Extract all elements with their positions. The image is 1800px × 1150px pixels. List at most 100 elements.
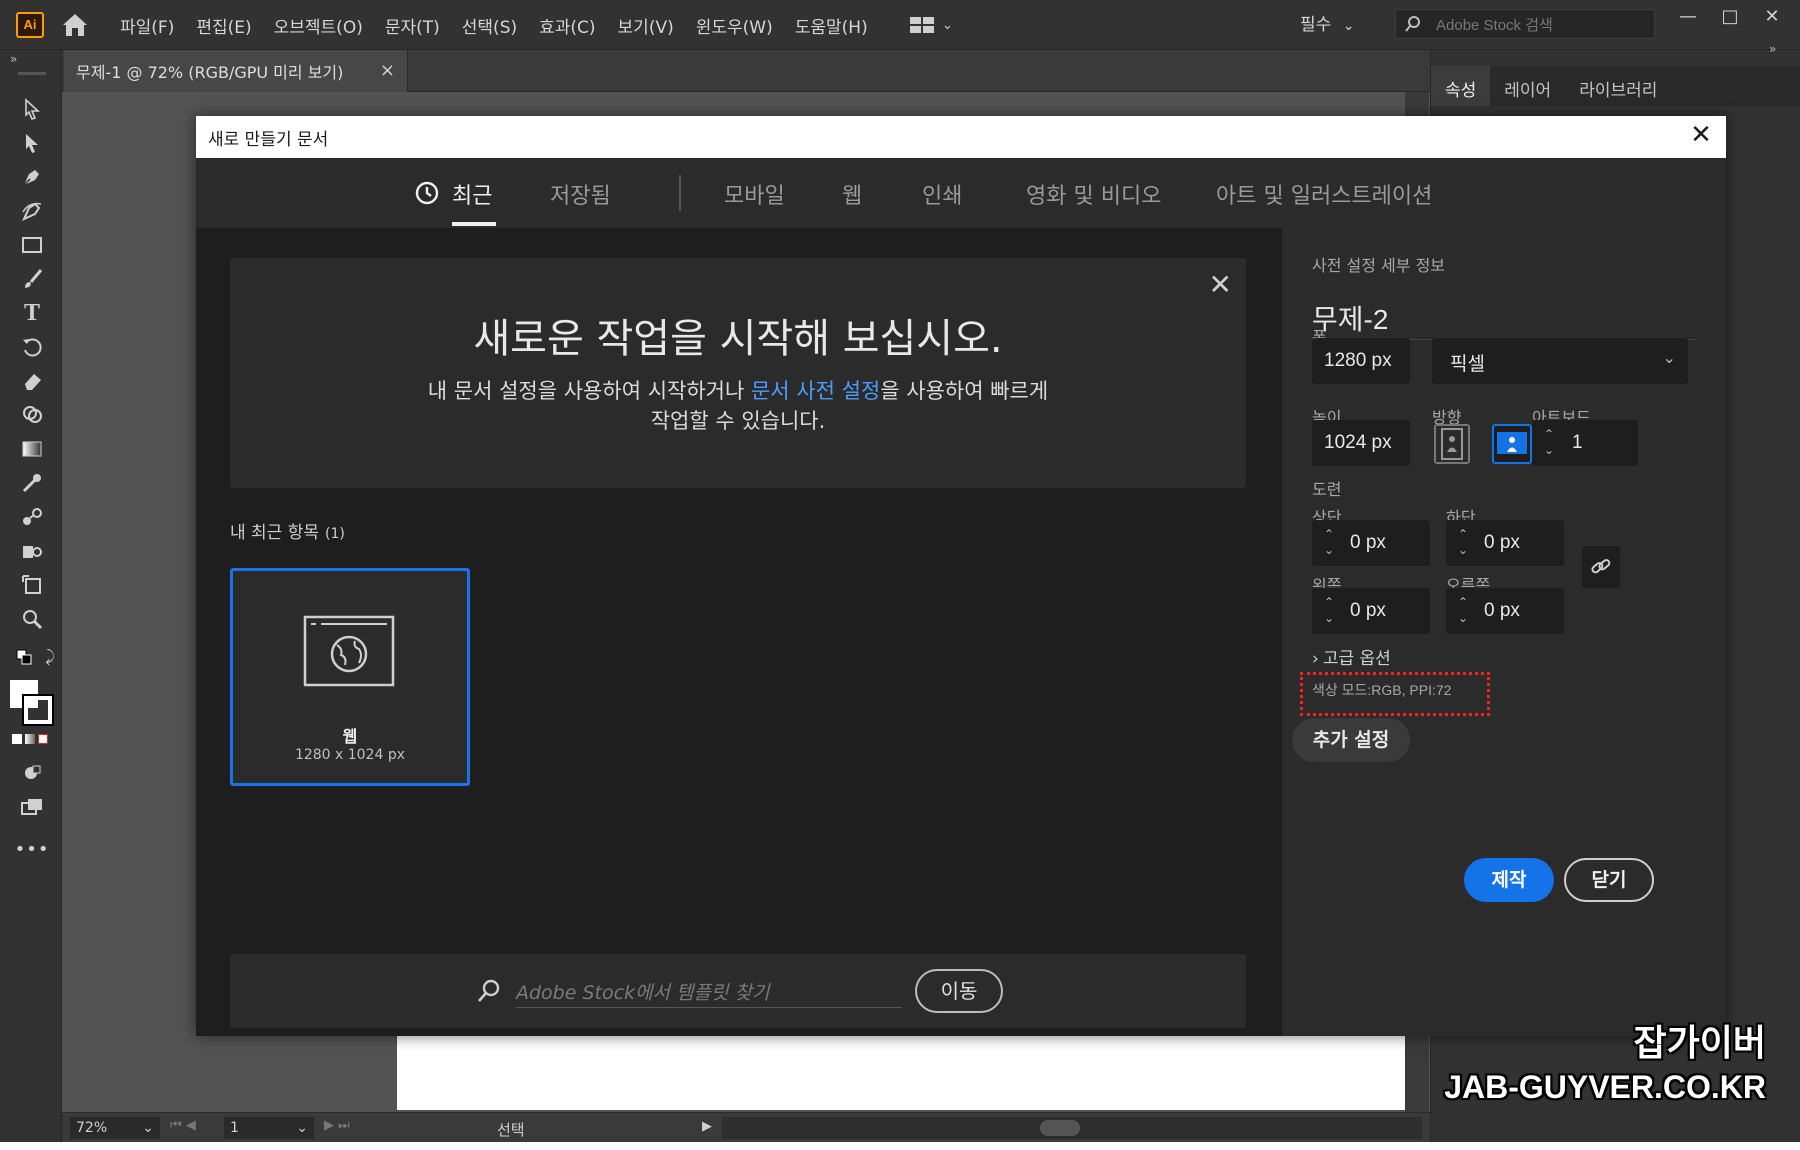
bleed-top-field[interactable]: ⌃ ⌄ 0 px	[1312, 520, 1430, 566]
menu-view[interactable]: 보기(V)	[618, 13, 674, 38]
zoom-level-select[interactable]: 72% ⌄	[70, 1117, 160, 1139]
eyedropper-tool-icon[interactable]	[18, 470, 46, 496]
tab-saved[interactable]: 저장됨	[550, 178, 611, 210]
status-bar: 72% ⌄ ⏮ ◀ 1 ⌄ ▶ ⏭ 선택 ▶	[62, 1112, 1430, 1142]
tab-film-video[interactable]: 영화 및 비디오	[1026, 178, 1161, 210]
menu-edit[interactable]: 편집(E)	[196, 13, 251, 38]
banner-text-1: 내 문서 설정을 사용하여 시작하거나	[427, 379, 751, 403]
portrait-orientation-button[interactable]	[1434, 424, 1470, 464]
document-tab[interactable]: 무제-1 @ 72% (RGB/GPU 미리 보기) ×	[64, 50, 408, 92]
more-settings-button[interactable]: 추가 설정	[1292, 718, 1410, 762]
recent-preset-card[interactable]: 웹 1280 x 1024 px	[230, 568, 470, 786]
portrait-icon	[1441, 428, 1463, 460]
collapse-toolbar-icon[interactable]: »	[10, 52, 17, 66]
menu-select[interactable]: 선택(S)	[462, 13, 517, 38]
tools-panel: » T ⤸ •••	[0, 50, 62, 1142]
stroke-color-swatch[interactable]	[22, 694, 54, 726]
gradient-tool-icon[interactable]	[18, 436, 46, 462]
type-tool-icon[interactable]: T	[18, 300, 46, 326]
maximize-button[interactable]: □	[1712, 6, 1748, 27]
chevron-down-icon: ⌄	[1662, 348, 1676, 367]
eraser-tool-icon[interactable]	[18, 368, 46, 394]
draw-mode-icon[interactable]	[18, 760, 46, 786]
color-mode-icon[interactable]	[12, 734, 22, 744]
rotate-tool-icon[interactable]	[18, 334, 46, 360]
direct-selection-tool-icon[interactable]	[18, 130, 46, 156]
create-button[interactable]: 제작	[1464, 858, 1554, 902]
swap-colors-icon[interactable]: ⤸	[36, 644, 64, 670]
first-artboard-icon[interactable]: ⏮ ◀	[170, 1118, 196, 1133]
bleed-bottom-stepper-icon[interactable]: ⌃ ⌄	[1452, 526, 1474, 560]
scrollbar-thumb[interactable]	[1040, 1120, 1080, 1136]
artboard-number-select[interactable]: 1 ⌄	[224, 1117, 314, 1139]
advanced-options-toggle[interactable]: › 고급 옵션	[1312, 644, 1391, 669]
menu-effect[interactable]: 효과(C)	[539, 13, 595, 38]
pen-tool-icon[interactable]	[18, 164, 46, 190]
minimize-button[interactable]: —	[1670, 6, 1706, 27]
arrange-documents-button[interactable]: ⌄	[910, 12, 966, 38]
curvature-tool-icon[interactable]	[18, 198, 46, 224]
document-tab-bar: 무제-1 @ 72% (RGB/GPU 미리 보기) ×	[0, 50, 1430, 92]
tab-mobile[interactable]: 모바일	[724, 178, 785, 210]
template-search-input[interactable]: Adobe Stock에서 템플릿 찾기	[516, 974, 902, 1008]
next-artboard-icon[interactable]: ▶ ⏭	[324, 1118, 350, 1133]
recent-items-label: 내 최근 항목	[230, 523, 320, 543]
unit-select[interactable]: 픽셀 ⌄	[1432, 338, 1688, 384]
menu-file[interactable]: 파일(F)	[120, 13, 174, 38]
blend-tool-icon[interactable]	[18, 504, 46, 530]
close-button[interactable]: 닫기	[1564, 858, 1654, 902]
bleed-left-field[interactable]: ⌃ ⌄ 0 px	[1312, 588, 1430, 634]
artboard-tool-icon[interactable]	[18, 572, 46, 598]
gradient-mode-icon[interactable]	[25, 734, 35, 744]
selection-tool-icon[interactable]	[18, 96, 46, 122]
menu-object[interactable]: 오브젝트(O)	[274, 13, 363, 38]
home-icon[interactable]	[60, 11, 90, 39]
artboards-field[interactable]: ⌃ ⌄ 1	[1532, 420, 1638, 466]
status-menu-arrow-icon[interactable]: ▶	[702, 1119, 712, 1134]
menu-help[interactable]: 도움말(H)	[795, 13, 868, 38]
toolbar-grip[interactable]	[18, 72, 46, 75]
tab-print[interactable]: 인쇄	[922, 178, 962, 210]
menu-items: 파일(F) 편집(E) 오브젝트(O) 문자(T) 선택(S) 효과(C) 보기…	[120, 0, 890, 50]
menu-window[interactable]: 윈도우(W)	[696, 13, 773, 38]
bleed-bottom-field[interactable]: ⌃ ⌄ 0 px	[1446, 520, 1564, 566]
menu-type[interactable]: 문자(T)	[385, 13, 440, 38]
none-mode-icon[interactable]	[38, 734, 48, 744]
landscape-orientation-button[interactable]	[1492, 424, 1532, 464]
go-button[interactable]: 이동	[915, 969, 1003, 1013]
symbol-sprayer-tool-icon[interactable]	[18, 538, 46, 564]
shape-builder-tool-icon[interactable]	[18, 402, 46, 428]
width-field[interactable]: 1280 px	[1312, 338, 1410, 384]
workspace-switcher[interactable]: 필수 ⌄	[1300, 10, 1354, 35]
close-tab-icon[interactable]: ×	[380, 60, 395, 81]
height-field[interactable]: 1024 px	[1312, 420, 1410, 466]
artboards-stepper-icon[interactable]: ⌃ ⌄	[1538, 426, 1560, 460]
bleed-left-stepper-icon[interactable]: ⌃ ⌄	[1318, 594, 1340, 628]
default-colors-icon[interactable]	[10, 644, 38, 670]
document-name-field[interactable]: 무제-2	[1312, 292, 1696, 340]
tab-web[interactable]: 웹	[842, 178, 862, 210]
more-tools-icon[interactable]: •••	[15, 836, 49, 862]
banner-close-icon[interactable]: ✕	[1209, 268, 1232, 301]
collapse-panel-icon[interactable]: »	[1769, 42, 1776, 56]
bleed-top-stepper-icon[interactable]: ⌃ ⌄	[1318, 526, 1340, 560]
rectangle-tool-icon[interactable]	[18, 232, 46, 258]
stock-search-input[interactable]: Adobe Stock 검색	[1395, 9, 1655, 39]
tab-recent[interactable]: 최근	[452, 178, 492, 210]
tab-art-illustration[interactable]: 아트 및 일러스트레이션	[1216, 178, 1432, 210]
document-presets-link[interactable]: 문서 사전 설정	[751, 379, 880, 403]
link-bleed-values-button[interactable]	[1582, 546, 1620, 588]
bleed-right-stepper-icon[interactable]: ⌃ ⌄	[1452, 594, 1474, 628]
close-window-button[interactable]: ✕	[1754, 6, 1790, 27]
horizontal-scrollbar[interactable]	[722, 1117, 1422, 1139]
tab-layers[interactable]: 레이어	[1490, 66, 1565, 106]
zoom-tool-icon[interactable]	[18, 606, 46, 632]
screen-mode-icon[interactable]	[18, 794, 46, 820]
tab-properties[interactable]: 속성	[1431, 66, 1491, 106]
bleed-right-field[interactable]: ⌃ ⌄ 0 px	[1446, 588, 1564, 634]
recent-items-heading: 내 최근 항목 (1)	[230, 518, 345, 543]
color-mode-buttons[interactable]	[12, 734, 48, 744]
paintbrush-tool-icon[interactable]	[18, 266, 46, 292]
dialog-close-icon[interactable]: ✕	[1686, 120, 1716, 150]
tab-libraries[interactable]: 라이브러리	[1565, 66, 1671, 106]
